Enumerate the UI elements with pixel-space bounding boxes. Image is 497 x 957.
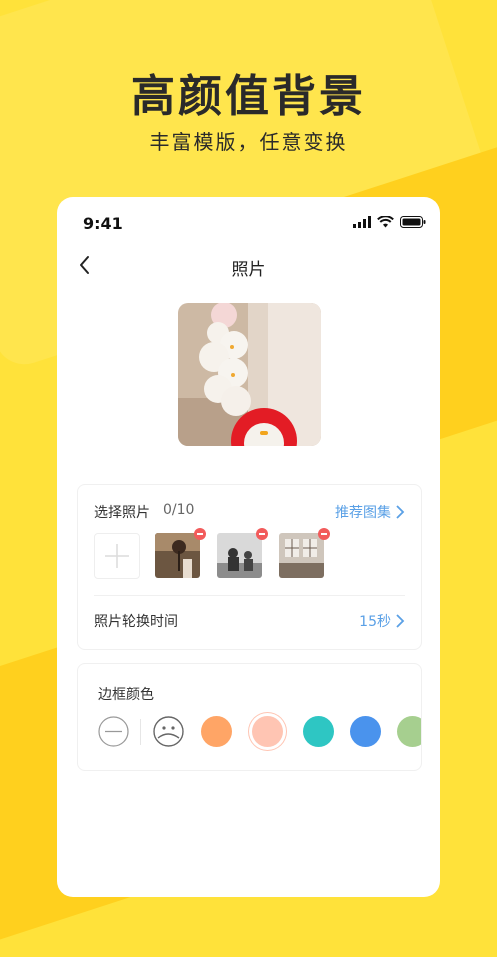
border-color-card: 边框颜色	[77, 663, 422, 771]
wifi-icon	[377, 216, 394, 228]
signal-icon	[353, 216, 371, 228]
page-title: 照片	[231, 260, 266, 280]
status-bar: 9:41	[57, 197, 440, 249]
promo-subline: 丰富模版，任意变换	[149, 130, 348, 154]
nav-bar: 照片	[57, 249, 440, 285]
color-swatch-green[interactable]	[397, 716, 421, 747]
custom-color-icon[interactable]	[153, 716, 184, 747]
color-swatch-orange[interactable]	[201, 716, 232, 747]
photo-settings-card: 选择照片 0/10 推荐图集 照片轮换时间 15秒	[77, 484, 422, 650]
recommend-album-label: 推荐图集	[335, 505, 391, 521]
photo-thumbnail[interactable]	[155, 533, 200, 578]
photo-count: 0/10	[163, 502, 195, 518]
color-swatch-blue[interactable]	[350, 716, 381, 747]
photo-preview	[178, 303, 321, 446]
delete-photo-button[interactable]	[256, 528, 268, 540]
battery-icon	[400, 216, 426, 228]
select-photo-label: 选择照片	[94, 505, 150, 521]
recommend-album-link[interactable]: 推荐图集	[335, 502, 405, 522]
promo-headline: 高颜值背景	[131, 71, 366, 122]
plus-icon	[105, 544, 129, 568]
no-border-icon[interactable]	[98, 716, 129, 747]
status-icons	[353, 216, 426, 228]
delete-photo-button[interactable]	[194, 528, 206, 540]
divider	[140, 719, 141, 745]
chevron-right-icon	[396, 614, 405, 628]
add-photo-button[interactable]	[94, 533, 140, 579]
color-swatch-peach[interactable]	[252, 716, 283, 747]
divider	[94, 595, 405, 596]
delete-photo-button[interactable]	[318, 528, 330, 540]
phone-screen: 9:41 照片 选择照片 0/10 推荐图集 照片轮换时间 15秒 边框颜色	[57, 197, 440, 897]
photo-thumbnail[interactable]	[217, 533, 262, 578]
color-swatch-teal[interactable]	[303, 716, 334, 747]
status-time: 9:41	[83, 214, 123, 233]
rotation-time-value[interactable]: 15秒	[359, 611, 405, 631]
rotation-time-text: 15秒	[359, 614, 391, 630]
rotation-time-label: 照片轮换时间	[94, 614, 178, 630]
photo-thumbnail[interactable]	[279, 533, 324, 578]
chevron-right-icon	[396, 505, 405, 519]
border-color-label: 边框颜色	[98, 687, 154, 703]
